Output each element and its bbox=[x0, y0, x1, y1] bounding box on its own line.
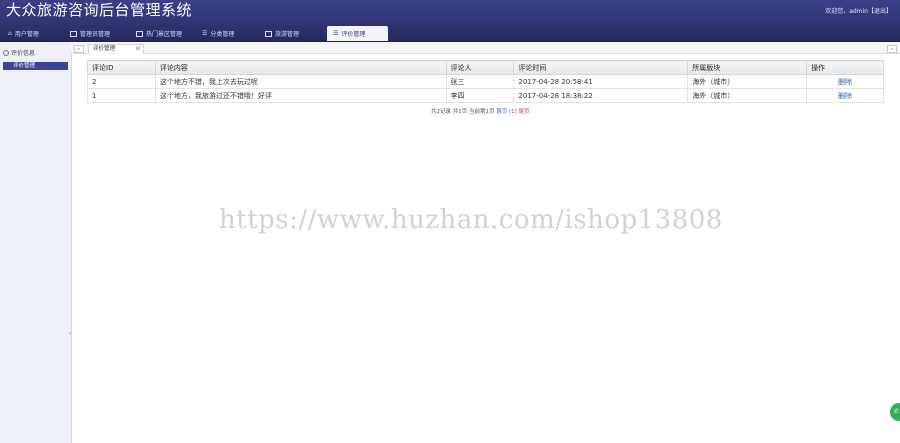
pagination-current-page[interactable]: [1] bbox=[509, 109, 517, 115]
collapse-handle-icon[interactable]: ‹ bbox=[69, 330, 72, 337]
window-icon bbox=[70, 30, 77, 37]
nav-tab-reviews[interactable]: ☰ 评价管理 bbox=[327, 26, 388, 41]
app-header: 大众旅游咨询后台管理系统 欢迎您，admin【退出】 bbox=[0, 0, 900, 25]
nav-tab-categories[interactable]: ☰ 分类管理 bbox=[196, 26, 258, 41]
review-content: 这个地方不错，我上次去玩过呢 bbox=[154, 74, 447, 89]
sidebar: 评价信息 评价管理 ‹ bbox=[0, 42, 72, 443]
list-icon: ☰ bbox=[333, 30, 339, 37]
window-icon bbox=[136, 30, 143, 37]
review-user: 李四 bbox=[445, 88, 515, 103]
review-user: 张三 bbox=[445, 74, 515, 89]
column-header[interactable]: 评论内容 bbox=[154, 60, 447, 75]
operation-cell: 删除 bbox=[806, 88, 884, 103]
nav-tab-travel[interactable]: 旅游管理 bbox=[259, 26, 325, 41]
review-time: 2017-04-28 18:38:22 bbox=[513, 88, 689, 103]
review-id: 2 bbox=[87, 74, 156, 89]
content-tab-reviews[interactable]: 评价管理 ⊠ bbox=[88, 44, 144, 54]
sidebar-group[interactable]: 评价信息 bbox=[3, 48, 35, 57]
scroll-right-icon[interactable]: » bbox=[887, 45, 897, 53]
pagination-last-link[interactable]: 尾页 bbox=[519, 109, 530, 115]
review-time: 2017-04-28 20:58:41 bbox=[513, 74, 689, 89]
content-tab-bar: « 评价管理 ⊠ » bbox=[71, 42, 900, 54]
review-section: 海外（城市） bbox=[687, 74, 808, 89]
top-nav: ⌂ 用户管理 管理员管理 热门景区管理 ☰ 分类管理 旅游管理 ☰ 评价管理 bbox=[0, 25, 900, 42]
close-icon[interactable]: ⊠ bbox=[136, 45, 140, 54]
delete-link[interactable]: 删除 bbox=[838, 78, 852, 86]
column-header[interactable]: 操作 bbox=[806, 60, 884, 75]
nav-tab-scenic[interactable]: 热门景区管理 bbox=[130, 26, 194, 41]
column-header[interactable]: 评论人 bbox=[445, 60, 515, 75]
app-title: 大众旅游咨询后台管理系统 bbox=[6, 1, 193, 19]
welcome-text[interactable]: 欢迎您，admin【退出】 bbox=[825, 6, 892, 15]
window-icon bbox=[265, 30, 272, 37]
pagination-summary: 共2记录 共1页 当前第1页 bbox=[431, 109, 495, 115]
circle-icon bbox=[3, 49, 9, 56]
delete-link[interactable]: 删除 bbox=[838, 92, 852, 100]
table-row[interactable]: 2 这个地方不错，我上次去玩过呢 张三 2017-04-28 20:58:41 … bbox=[87, 74, 884, 89]
review-content: 这个地方，我旅游过还不错哦！好评 bbox=[154, 88, 447, 103]
column-header[interactable]: 所属版块 bbox=[687, 60, 808, 75]
column-header[interactable]: 评论ID bbox=[87, 60, 156, 75]
pagination: 共2记录 共1页 当前第1页 首页 [1] 尾页 bbox=[431, 107, 530, 115]
nav-tab-admins[interactable]: 管理员管理 bbox=[64, 26, 128, 41]
table-row[interactable]: 1 这个地方，我旅游过还不错哦！好评 李四 2017-04-28 18:38:2… bbox=[87, 88, 884, 103]
list-icon: ☰ bbox=[202, 30, 208, 37]
scroll-left-icon[interactable]: « bbox=[74, 45, 84, 53]
watermark-text: https://www.huzhan.com/ishop13808 bbox=[219, 205, 723, 235]
nav-tab-users[interactable]: ⌂ 用户管理 bbox=[2, 26, 62, 41]
home-icon: ⌂ bbox=[8, 30, 12, 37]
pagination-first-link[interactable]: 首页 bbox=[496, 109, 507, 115]
reviews-table: 评论ID 评论内容 评论人 评论时间 所属版块 操作 2 这个地方不错，我上次去… bbox=[87, 60, 884, 103]
review-section: 海外（城市） bbox=[687, 88, 808, 103]
column-header[interactable]: 评论时间 bbox=[513, 60, 689, 75]
operation-cell: 删除 bbox=[806, 74, 884, 89]
sidebar-item-reviews[interactable]: 评价管理 bbox=[3, 62, 68, 70]
chat-float-button[interactable]: ✆ bbox=[890, 403, 900, 421]
review-id: 1 bbox=[87, 88, 156, 103]
table-header-row: 评论ID 评论内容 评论人 评论时间 所属版块 操作 bbox=[87, 60, 884, 75]
